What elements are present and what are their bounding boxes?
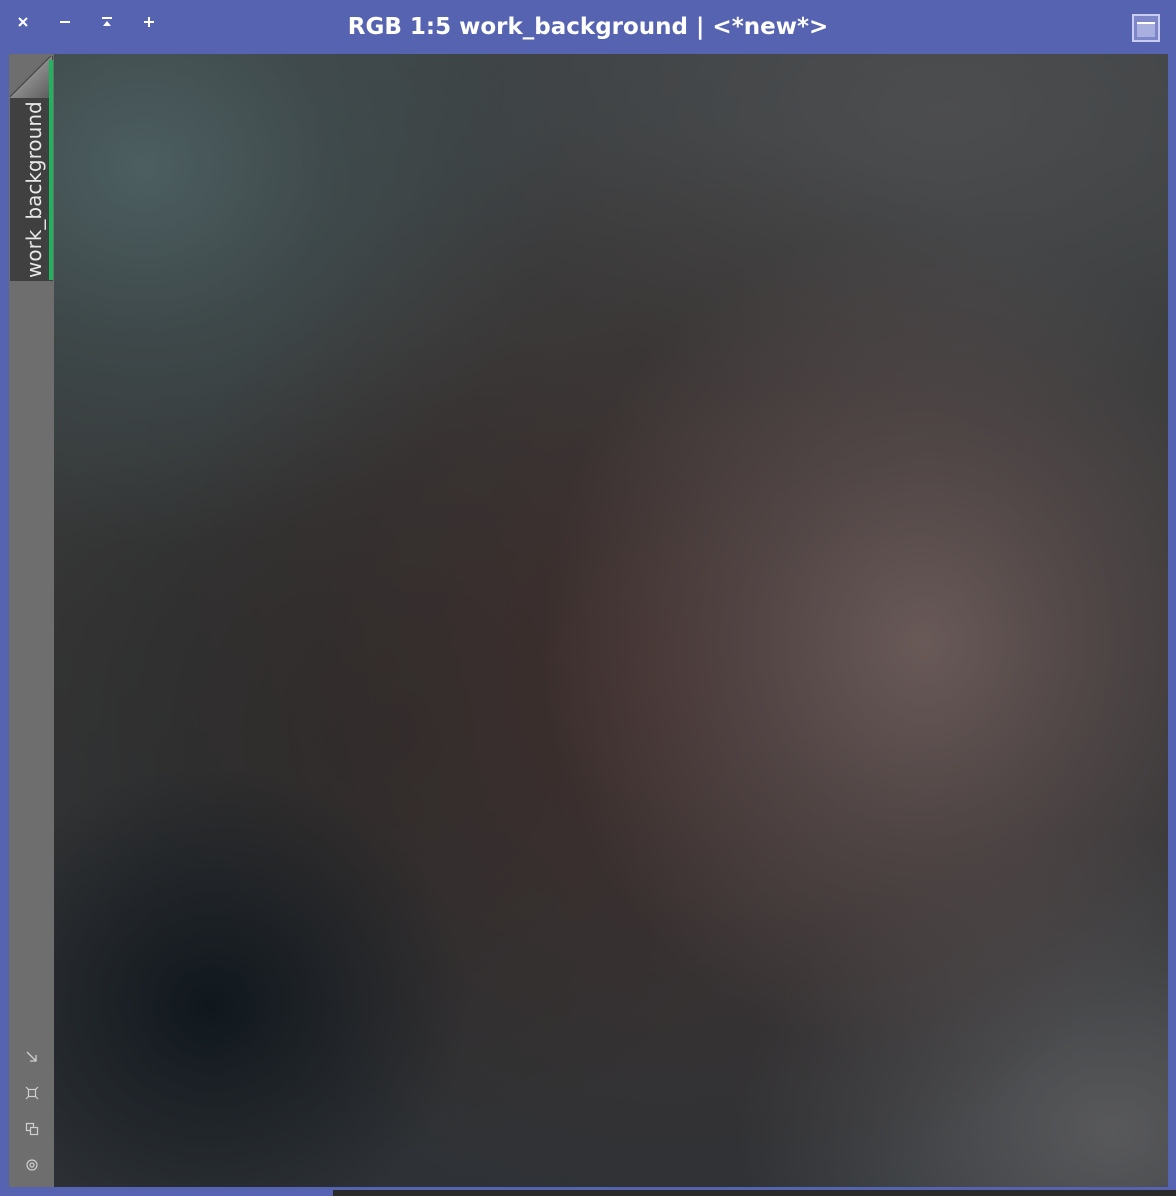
maximize-button[interactable] [135, 8, 163, 36]
image-window: RGB 1:5 work_background | <*new*> work_b… [0, 0, 1176, 1196]
view-client-area: work_background [9, 54, 1168, 1187]
arrow-down-right-icon [26, 1051, 37, 1062]
iconize-button[interactable] [93, 8, 121, 36]
fit-frame-icon [25, 1086, 39, 1100]
image-canvas[interactable] [54, 54, 1168, 1187]
fit-view-button[interactable] [22, 1083, 42, 1103]
copy-icon [25, 1122, 39, 1136]
minimize-button[interactable] [51, 8, 79, 36]
zoom-to-fit-button[interactable] [22, 1047, 42, 1067]
target-icon [26, 1159, 38, 1171]
view-side-panel: work_background [9, 54, 54, 1187]
window-shade-icon [1137, 22, 1155, 37]
target-button[interactable] [22, 1155, 42, 1175]
minimize-icon [60, 21, 70, 23]
tab-active-indicator [49, 60, 53, 280]
shade-button[interactable] [1132, 14, 1160, 42]
title-bar[interactable]: RGB 1:5 work_background | <*new*> [0, 0, 1176, 54]
iconize-icon [102, 17, 112, 26]
maximize-icon [144, 17, 154, 27]
view-tab-label: work_background [22, 101, 46, 278]
tab-corner [10, 56, 52, 98]
view-tab-work-background[interactable]: work_background [10, 56, 53, 281]
clone-view-button[interactable] [22, 1119, 42, 1139]
window-title: RGB 1:5 work_background | <*new*> [347, 14, 829, 40]
bottom-edge [333, 1190, 1176, 1196]
close-icon [18, 17, 28, 27]
close-button[interactable] [9, 8, 37, 36]
